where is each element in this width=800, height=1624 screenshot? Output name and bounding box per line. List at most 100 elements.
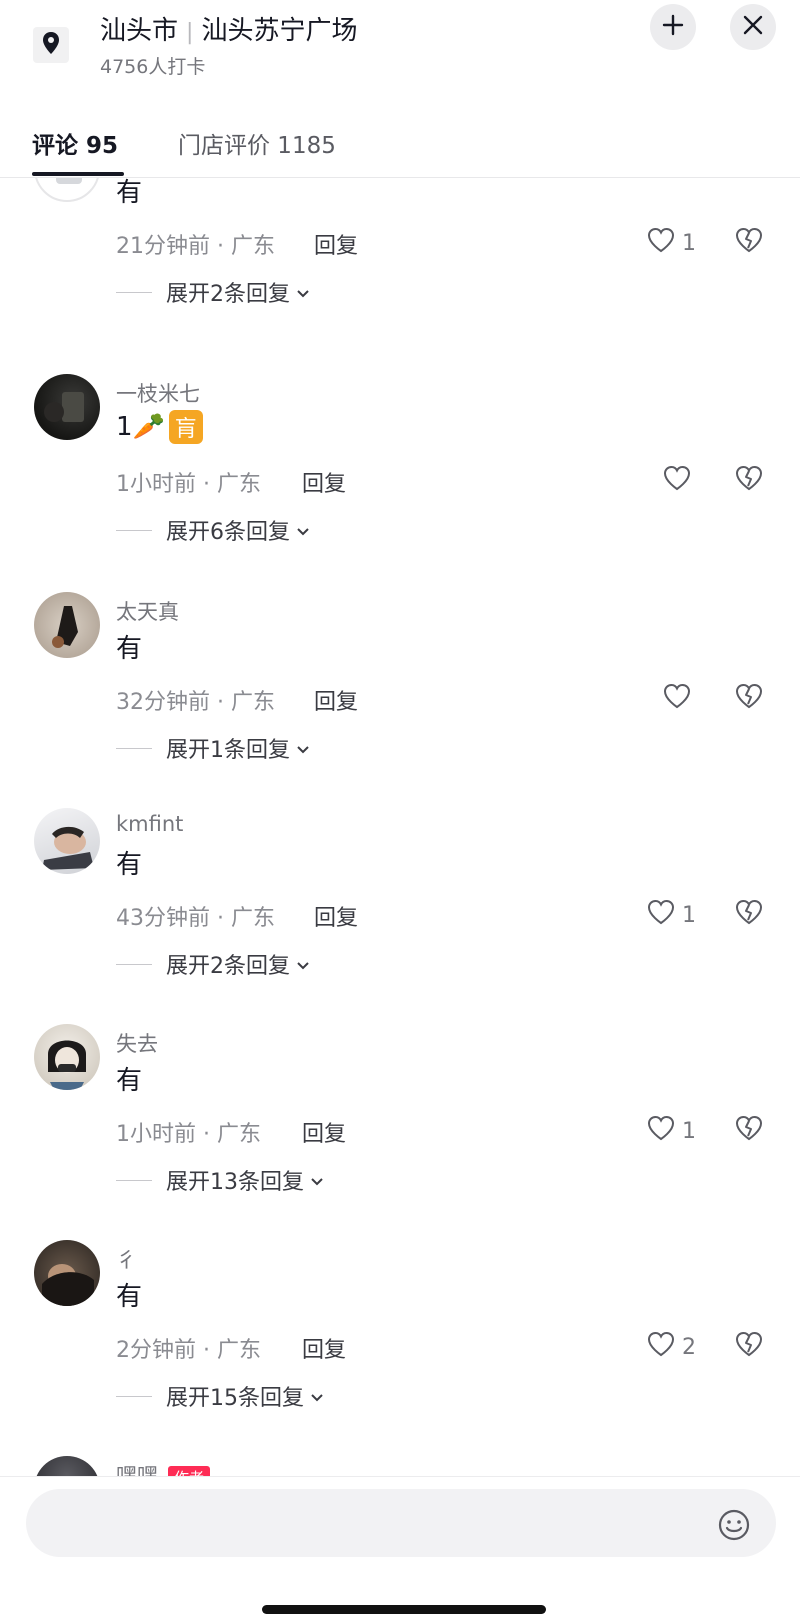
- like-button[interactable]: 1: [646, 898, 696, 932]
- comment-text-content: 有: [116, 1066, 143, 1096]
- comment-list[interactable]: 有 21分钟前 · 广东 回复 1 展开2条回复 一枝米七 1🥕 肓 1小时前 …: [0, 178, 800, 1476]
- like-button[interactable]: [662, 682, 698, 716]
- broken-heart-icon: [734, 899, 764, 930]
- dislike-button[interactable]: [734, 1114, 764, 1146]
- expand-label: 展开2条回复: [166, 282, 290, 307]
- reply-button[interactable]: 回复: [302, 1116, 346, 1148]
- broken-heart-icon: [734, 1115, 764, 1146]
- plus-icon: [661, 13, 685, 41]
- avatar[interactable]: [34, 374, 100, 440]
- comment-text-content: 有: [116, 1282, 143, 1312]
- comment-text-content: 有: [116, 850, 143, 880]
- expand-label: 展开15条回复: [166, 1386, 304, 1411]
- username[interactable]: 太天真: [116, 596, 179, 626]
- comment-item: 有 21分钟前 · 广东 回复 1 展开2条回复: [0, 178, 800, 352]
- expand-replies[interactable]: 展开2条回复: [116, 948, 310, 980]
- comment-text: 有: [116, 178, 142, 209]
- comment-item: 失去 有 1小时前 · 广东 回复 1 展开13条回复: [0, 1024, 800, 1240]
- comment-text: 有: [116, 1060, 142, 1097]
- expand-label: 展开6条回复: [166, 520, 290, 545]
- username[interactable]: kmfint: [116, 812, 183, 836]
- active-tab-indicator: [32, 172, 124, 176]
- like-count: 1: [682, 230, 696, 256]
- avatar[interactable]: [34, 1240, 100, 1306]
- comment-meta: 1小时前 · 广东: [116, 472, 261, 497]
- location-badge[interactable]: [33, 27, 69, 63]
- dislike-button[interactable]: [734, 682, 764, 714]
- location-pin-icon: [41, 31, 61, 59]
- heart-icon: [662, 464, 692, 498]
- reply-button[interactable]: 回复: [302, 1332, 346, 1364]
- comment-meta: 43分钟前 · 广东: [116, 906, 275, 931]
- reply-button[interactable]: 回复: [302, 466, 346, 498]
- checkin-count: 4756人打卡: [100, 56, 206, 78]
- expand-replies[interactable]: 展开6条回复: [116, 514, 310, 546]
- like-button[interactable]: [662, 464, 698, 498]
- dislike-button[interactable]: [734, 1330, 764, 1362]
- divider-line: [116, 963, 152, 965]
- comment-meta: 32分钟前 · 广东: [116, 690, 275, 715]
- heart-icon: [662, 682, 692, 716]
- like-button[interactable]: 1: [646, 226, 696, 260]
- tab-bar: 评论 95 门店评价 1185: [0, 100, 800, 178]
- comment-item: 嘿嘿作者: [0, 1456, 800, 1476]
- title-separator: |: [186, 20, 194, 45]
- home-indicator: [262, 1605, 546, 1614]
- chevron-down-icon: [296, 736, 310, 761]
- avatar[interactable]: [34, 1456, 100, 1476]
- place-name: 汕头苏宁广场: [201, 16, 358, 46]
- comment-text-content: 有: [116, 634, 143, 664]
- tab-store-reviews[interactable]: 门店评价 1185: [178, 126, 336, 160]
- chevron-down-icon: [310, 1384, 324, 1409]
- expand-replies[interactable]: 展开15条回复: [116, 1380, 324, 1412]
- like-count: 1: [682, 1118, 696, 1144]
- comment-text-content: 有: [116, 178, 143, 208]
- dislike-button[interactable]: [734, 464, 764, 496]
- expand-label: 展开1条回复: [166, 738, 290, 763]
- reply-button[interactable]: 回复: [314, 228, 358, 260]
- like-button[interactable]: 1: [646, 1114, 696, 1148]
- chevron-down-icon: [296, 280, 310, 305]
- comment-text-content: 1🥕: [116, 412, 165, 442]
- emoji-icon[interactable]: [716, 1507, 752, 1543]
- tab-comments[interactable]: 评论 95: [32, 126, 118, 160]
- comment-input[interactable]: [26, 1489, 776, 1557]
- like-button[interactable]: 2: [646, 1330, 696, 1364]
- location-header: 汕头市 | 汕头苏宁广场 4756人打卡: [0, 0, 800, 100]
- expand-replies[interactable]: 展开2条回复: [116, 276, 310, 308]
- dislike-button[interactable]: [734, 898, 764, 930]
- like-count: 1: [682, 902, 696, 928]
- city-name: 汕头市: [100, 16, 179, 46]
- divider-line: [116, 291, 152, 293]
- comment-item: 太天真 有 32分钟前 · 广东 回复 展开1条回复: [0, 592, 800, 808]
- comment-item: kmfint 有 43分钟前 · 广东 回复 1 展开2条回复: [0, 808, 800, 1024]
- divider-line: [116, 529, 152, 531]
- username[interactable]: 失去: [116, 1028, 158, 1058]
- dislike-button[interactable]: [734, 226, 764, 258]
- comment-text: 有: [116, 628, 142, 665]
- avatar[interactable]: [34, 1024, 100, 1090]
- add-button[interactable]: [650, 4, 696, 50]
- avatar[interactable]: [34, 808, 100, 874]
- comment-text: 有: [116, 844, 142, 881]
- comment-input-bar: [0, 1476, 800, 1624]
- username[interactable]: 嘿嘿作者: [116, 1460, 211, 1476]
- username-text: 嘿嘿: [116, 1464, 158, 1476]
- avatar[interactable]: [34, 178, 100, 202]
- expand-replies[interactable]: 展开1条回复: [116, 732, 310, 764]
- close-button[interactable]: [730, 4, 776, 50]
- place-title[interactable]: 汕头市 | 汕头苏宁广场: [100, 10, 357, 47]
- username[interactable]: 彳: [116, 1244, 137, 1274]
- comment-text: 1🥕 肓: [116, 410, 203, 444]
- expand-label: 展开2条回复: [166, 954, 290, 979]
- username[interactable]: 一枝米七: [116, 378, 200, 408]
- avatar[interactable]: [34, 592, 100, 658]
- heart-icon: [646, 226, 676, 260]
- comment-item: 一枝米七 1🥕 肓 1小时前 · 广东 回复 展开6条回复: [0, 374, 800, 590]
- reply-button[interactable]: 回复: [314, 684, 358, 716]
- broken-heart-icon: [734, 683, 764, 714]
- chevron-down-icon: [296, 518, 310, 543]
- reply-button[interactable]: 回复: [314, 900, 358, 932]
- heart-icon: [646, 1114, 676, 1148]
- expand-replies[interactable]: 展开13条回复: [116, 1164, 324, 1196]
